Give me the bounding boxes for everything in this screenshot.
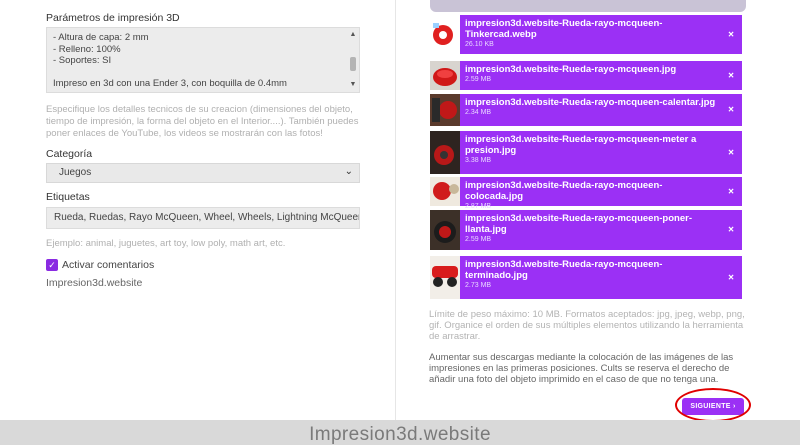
remove-file-icon[interactable]: × (728, 29, 734, 40)
site-watermark-small: Impresion3d.website (46, 277, 143, 289)
print-params-line: - Soportes: SI (53, 55, 112, 66)
file-name: impresion3d.website-Rueda-rayo-mcqueen-p… (465, 213, 692, 235)
remove-file-icon[interactable]: × (728, 70, 734, 81)
finished-photo-icon (430, 256, 460, 299)
file-item[interactable]: impresion3d.website-Rueda-rayo-mcqueen-c… (460, 94, 742, 126)
tags-label: Etiquetas (46, 191, 90, 203)
tags-input[interactable]: Rueda, Ruedas, Rayo McQueen, Wheel, Whee… (46, 207, 360, 229)
scroll-up-icon[interactable]: ▲ (349, 31, 357, 39)
upload-limit-note: Límite de peso máximo: 10 MB. Formatos a… (429, 309, 745, 342)
file-thumbnail (430, 131, 460, 174)
press-photo-icon (430, 131, 460, 174)
file-thumbnail (430, 94, 460, 126)
file-name: impresion3d.website-Rueda-rayo-mcqueen-T… (465, 18, 663, 40)
remove-file-icon[interactable]: × (728, 186, 734, 197)
scroll-down-icon[interactable]: ▼ (349, 81, 357, 89)
boost-note: Aumentar sus descargas mediante la coloc… (429, 352, 734, 385)
comments-checkbox[interactable]: ✓ (46, 259, 58, 271)
remove-file-icon[interactable]: × (728, 225, 734, 236)
file-thumbnail (430, 61, 460, 90)
tags-help: Ejemplo: animal, juguetes, art toy, low … (46, 238, 286, 249)
dropzone-edge[interactable] (430, 0, 746, 12)
print-params-line: Impreso en 3d con una Ender 3, con boqui… (53, 78, 287, 89)
file-item[interactable]: impresion3d.website-Rueda-rayo-mcqueen-t… (460, 256, 742, 299)
file-size: 2.59 MB (465, 76, 492, 83)
category-value: Juegos (59, 167, 92, 178)
print-params-label: Parámetros de impresión 3D (46, 12, 180, 24)
remove-file-icon[interactable]: × (728, 147, 734, 158)
wheel-photo-icon (433, 68, 457, 86)
scroll-thumb[interactable] (350, 57, 356, 71)
footer-watermark: Impresion3d.website (309, 424, 491, 445)
file-item[interactable]: impresion3d.website-Rueda-rayo-mcqueen-m… (460, 131, 742, 174)
file-size: 26.10 KB (465, 41, 494, 48)
file-item[interactable]: impresion3d.website-Rueda-rayo-mcqueen-p… (460, 210, 742, 250)
file-thumbnail (430, 15, 460, 54)
file-name: impresion3d.website-Rueda-rayo-mcqueen-c… (465, 180, 663, 202)
remove-file-icon[interactable]: × (728, 105, 734, 116)
remove-file-icon[interactable]: × (728, 272, 734, 283)
category-select[interactable]: Juegos ⌄ (46, 163, 360, 183)
chevron-down-icon: ⌄ (344, 166, 353, 177)
category-label: Categoría (46, 148, 93, 160)
file-item[interactable]: impresion3d.website-Rueda-rayo-mcqueen-c… (460, 177, 742, 210)
file-name: impresion3d.website-Rueda-rayo-mcqueen-m… (465, 134, 697, 156)
file-item[interactable]: impresion3d.website-Rueda-rayo-mcqueen-T… (460, 15, 742, 54)
file-size: 2.34 MB (465, 109, 492, 116)
print-params-line: - Relleno: 100% (53, 43, 121, 55)
print-params-line: - Altura de capa: 2 mm (53, 32, 149, 43)
placed-photo-icon (430, 177, 460, 206)
print-params-help: Especifique los detalles tecnicos de su … (46, 104, 359, 139)
form-panel: Parámetros de impresión 3D - Altura de c… (0, 0, 395, 420)
print-params-textarea[interactable]: - Altura de capa: 2 mm - Relleno: 100% -… (46, 27, 360, 93)
file-size: 2.59 MB (465, 236, 492, 243)
wheel-render-icon (433, 23, 453, 45)
file-item[interactable]: impresion3d.website-Rueda-rayo-mcqueen.j… (460, 61, 742, 90)
footer-bar: Impresion3d.website (0, 420, 800, 445)
file-size: 2.73 MB (465, 282, 492, 289)
file-thumbnail (430, 210, 460, 250)
file-thumbnail (430, 177, 460, 206)
textarea-scrollbar[interactable]: ▲ ▼ (349, 31, 357, 89)
file-name: impresion3d.website-Rueda-rayo-mcqueen.j… (465, 64, 677, 75)
highlight-circle (675, 388, 751, 422)
comments-label: Activar comentarios (62, 259, 155, 271)
file-name: impresion3d.website-Rueda-rayo-mcqueen-t… (465, 259, 663, 281)
heating-photo-icon (430, 94, 460, 126)
file-thumbnail (430, 256, 460, 299)
file-size: 3.38 MB (465, 157, 492, 164)
print-params-line (53, 67, 345, 79)
file-name: impresion3d.website-Rueda-rayo-mcqueen-c… (465, 97, 716, 108)
tire-photo-icon (430, 210, 460, 250)
